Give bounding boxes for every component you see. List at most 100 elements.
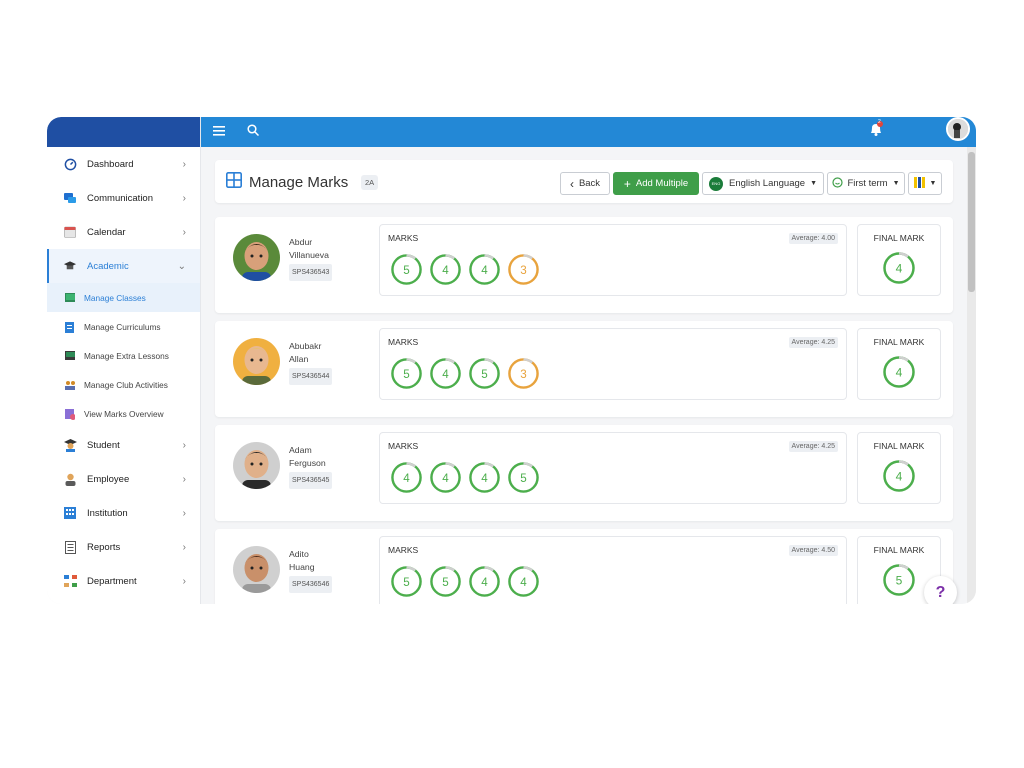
chevron-right-icon: › — [182, 507, 186, 519]
sidebar-subitem-label: Manage Classes — [84, 292, 146, 303]
sidebar-item-academic[interactable]: Academic ⌄ — [47, 249, 200, 283]
chevron-right-icon: › — [182, 226, 186, 238]
caret-down-icon: ▼ — [892, 180, 900, 187]
mark-circle[interactable]: 4 — [468, 565, 501, 598]
mark-circle[interactable]: 5 — [507, 461, 540, 494]
chevron-right-icon: › — [182, 158, 186, 170]
marks-panel: MARKS Average: 4.25 4 4 4 5 — [379, 432, 847, 504]
final-mark-value: 5 — [896, 574, 903, 588]
student-last-name: Allan — [289, 354, 309, 364]
mark-list: 5 4 4 3 — [390, 253, 540, 286]
average-badge: Average: 4.25 — [788, 337, 838, 348]
mark-value: 5 — [403, 576, 409, 589]
mark-circle[interactable]: 4 — [468, 461, 501, 494]
color-picker-dropdown[interactable]: ▼ — [908, 172, 942, 195]
final-mark-title: FINAL MARK — [873, 545, 925, 555]
student-name[interactable]: Adam Ferguson SPS436545 — [289, 444, 359, 489]
back-button[interactable]: ‹ Back — [560, 172, 610, 195]
document-icon — [65, 321, 75, 333]
brand-logo-area — [47, 117, 200, 147]
student-photo — [233, 546, 280, 593]
classroom-icon — [65, 292, 75, 303]
final-mark-panel: FINAL MARK 4 — [857, 432, 941, 504]
add-multiple-label: Add Multiple — [635, 178, 689, 189]
term-dropdown[interactable]: First term ▼ — [827, 172, 905, 195]
mark-value: 4 — [481, 472, 488, 485]
mark-circle[interactable]: 5 — [390, 253, 423, 286]
mark-value: 4 — [442, 264, 449, 277]
mark-circle[interactable]: 5 — [429, 565, 462, 598]
sidebar-subitem-label: Manage Club Activities — [84, 379, 168, 390]
student-name[interactable]: Adito Huang SPS436546 — [289, 548, 359, 593]
mark-value: 3 — [520, 368, 526, 381]
sidebar-item-dashboard[interactable]: Dashboard › — [47, 147, 200, 181]
back-label: Back — [578, 178, 601, 189]
mark-circle[interactable]: 4 — [429, 357, 462, 390]
scrollbar-thumb[interactable] — [968, 152, 975, 292]
chevron-right-icon: › — [182, 192, 186, 204]
report-list-icon — [63, 540, 77, 554]
language-badge-icon: ENG — [708, 176, 723, 191]
mark-circle[interactable]: 3 — [507, 253, 540, 286]
sidebar-subitem-manage-club-activities[interactable]: Manage Club Activities — [47, 370, 200, 399]
marks-title: MARKS — [388, 441, 419, 451]
sidebar-item-label: Institution — [87, 507, 128, 519]
mark-circle[interactable]: 4 — [429, 253, 462, 286]
building-icon — [63, 506, 77, 520]
student-id-badge: SPS436545 — [289, 472, 333, 489]
sidebar-subitem-manage-extra-lessons[interactable]: Manage Extra Lessons — [47, 341, 200, 370]
chevron-right-icon: › — [182, 541, 186, 553]
hamburger-icon[interactable] — [213, 124, 225, 139]
average-badge: Average: 4.50 — [788, 545, 838, 556]
sidebar-item-label: Reports — [87, 541, 121, 553]
sidebar-item-department[interactable]: Department › — [47, 564, 200, 598]
final-mark-circle[interactable]: 4 — [882, 459, 916, 493]
mark-circle[interactable]: 5 — [468, 357, 501, 390]
student-first-name: Abdur — [289, 237, 313, 247]
help-button[interactable]: ? — [924, 576, 957, 604]
sidebar-subitem-manage-classes[interactable]: Manage Classes — [47, 283, 200, 312]
mark-circle[interactable]: 5 — [390, 565, 423, 598]
mark-circle[interactable]: 5 — [390, 357, 423, 390]
student-name[interactable]: Abubakr Allan SPS436544 — [289, 340, 359, 385]
student-name[interactable]: Abdur Villanueva SPS436543 — [289, 236, 359, 281]
student-photo — [233, 338, 280, 385]
final-mark-value: 4 — [896, 262, 903, 276]
sidebar-item-label: Dashboard — [87, 158, 134, 170]
mark-value: 4 — [520, 576, 527, 589]
sidebar-item-label: Communication — [87, 192, 153, 204]
final-mark-circle[interactable]: 5 — [882, 563, 916, 597]
avatar[interactable] — [946, 117, 970, 141]
mark-value: 5 — [442, 576, 448, 589]
mark-circle[interactable]: 4 — [507, 565, 540, 598]
student-first-name: Adito — [289, 549, 309, 559]
sidebar-item-student[interactable]: Student › — [47, 428, 200, 462]
mark-list: 5 5 4 4 — [390, 565, 540, 598]
student-last-name: Huang — [289, 562, 315, 572]
graduation-cap-icon — [63, 259, 77, 273]
sidebar-subitem-manage-curriculums[interactable]: Manage Curriculums — [47, 312, 200, 341]
bell-icon[interactable] — [868, 121, 884, 140]
chat-icon — [63, 191, 77, 205]
sidebar-item-reports[interactable]: Reports › — [47, 530, 200, 564]
marks-panel: MARKS Average: 4.50 5 5 4 4 — [379, 536, 847, 604]
term-label: First term — [847, 178, 888, 189]
add-multiple-button[interactable]: + Add Multiple — [613, 172, 699, 195]
final-mark-circle[interactable]: 4 — [882, 251, 916, 285]
student-photo — [233, 442, 280, 489]
final-mark-circle[interactable]: 4 — [882, 355, 916, 389]
sidebar-subitem-view-marks-overview[interactable]: View Marks Overview — [47, 399, 200, 428]
search-icon[interactable] — [247, 124, 260, 139]
mark-circle[interactable]: 4 — [390, 461, 423, 494]
mark-value: 5 — [403, 368, 409, 381]
sidebar-item-employee[interactable]: Employee › — [47, 462, 200, 496]
subject-dropdown[interactable]: ENG English Language ▼ — [702, 172, 824, 195]
sidebar-item-institution[interactable]: Institution › — [47, 496, 200, 530]
mark-circle[interactable]: 3 — [507, 357, 540, 390]
sidebar-item-communication[interactable]: Communication › — [47, 181, 200, 215]
sidebar-item-calendar[interactable]: Calendar › — [47, 215, 200, 249]
mark-circle[interactable]: 4 — [468, 253, 501, 286]
student-id-badge: SPS436546 — [289, 576, 333, 593]
mark-circle[interactable]: 4 — [429, 461, 462, 494]
plus-icon: + — [623, 176, 631, 191]
